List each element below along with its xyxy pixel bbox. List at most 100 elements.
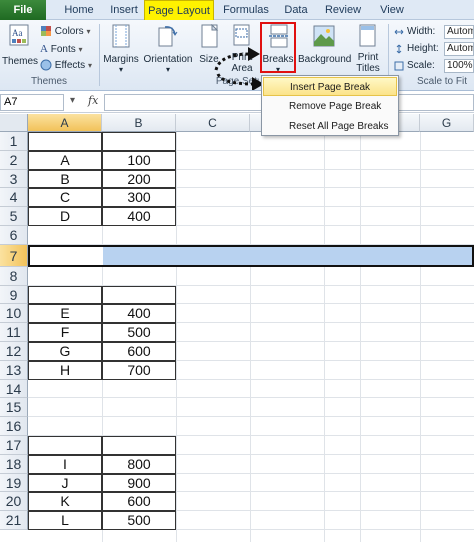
breaks-dropdown-menu: Insert Page Break Remove Page Break Rese… <box>261 75 399 136</box>
table-cell[interactable]: 600 <box>102 342 176 361</box>
row-header-11[interactable]: 11 <box>0 323 28 342</box>
svg-text:Aa: Aa <box>12 28 23 38</box>
themes-label: Themes <box>1 56 39 67</box>
tab-formulas[interactable]: Formulas <box>220 0 272 20</box>
row-header-2[interactable]: 2 <box>0 150 28 170</box>
table-cell[interactable]: G <box>28 342 102 361</box>
margins-icon <box>112 24 130 48</box>
row-header-19[interactable]: 19 <box>0 473 28 493</box>
row-header-1[interactable]: 1 <box>0 132 28 151</box>
print-titles-icon <box>359 24 376 47</box>
table-cell[interactable]: 400 <box>102 207 176 226</box>
orientation-button[interactable]: Orientation ▾ <box>142 24 194 74</box>
row-header-17[interactable]: 17 <box>0 436 28 455</box>
scale-field[interactable]: 100% <box>444 59 474 73</box>
row-header-5[interactable]: 5 <box>0 207 28 226</box>
table-cell[interactable]: C <box>28 188 102 208</box>
chevron-down-icon: ▾ <box>87 61 92 70</box>
orientation-icon <box>158 26 178 47</box>
table-cell[interactable]: A <box>28 150 102 170</box>
table-cell[interactable]: 500 <box>102 323 176 342</box>
width-field[interactable]: Autom <box>444 25 474 39</box>
column-header-b[interactable]: B <box>102 114 176 132</box>
gridline <box>176 132 177 542</box>
effects-button[interactable]: Effects ▾ <box>40 58 92 74</box>
colors-button[interactable]: Colors ▾ <box>40 24 90 40</box>
select-all-corner[interactable] <box>0 114 28 132</box>
tab-page-layout[interactable]: Page Layout <box>144 0 214 21</box>
name-box-dropdown-icon[interactable]: ▾ <box>70 95 75 106</box>
row-header-21[interactable]: 21 <box>0 511 28 530</box>
table-cell[interactable]: 800 <box>102 454 176 474</box>
print-titles-label: Print Titles <box>356 52 380 74</box>
table-cell[interactable]: 700 <box>102 360 176 380</box>
row-header-6[interactable]: 6 <box>0 226 28 245</box>
row-header-4[interactable]: 4 <box>0 188 28 208</box>
row-header-7[interactable]: 7 <box>0 244 28 267</box>
row-header-3[interactable]: 3 <box>0 169 28 189</box>
fx-icon[interactable]: fx <box>88 94 98 107</box>
column-header-g[interactable]: G <box>420 114 474 132</box>
chevron-down-icon: ▾ <box>165 65 170 74</box>
row-header-14[interactable]: 14 <box>0 379 28 399</box>
row-header-9[interactable]: 9 <box>0 285 28 305</box>
fonts-icon: A <box>40 43 48 55</box>
row-header-8[interactable]: 8 <box>0 266 28 286</box>
row-header-10[interactable]: 10 <box>0 304 28 324</box>
ribbon-tab-strip: File Home Insert Page Layout Formulas Da… <box>0 0 474 21</box>
table-cell[interactable]: 900 <box>102 473 176 493</box>
height-field[interactable]: Autom <box>444 42 474 56</box>
excel-window: File Home Insert Page Layout Formulas Da… <box>0 0 474 542</box>
fonts-button[interactable]: A Fonts ▾ <box>40 41 83 57</box>
column-header-a[interactable]: A <box>28 114 102 132</box>
table-cell[interactable]: 500 <box>102 511 176 530</box>
height-label: Height: <box>407 43 439 54</box>
table-cell[interactable]: D <box>28 207 102 226</box>
table-cell[interactable]: 300 <box>102 188 176 208</box>
table-cell[interactable]: 600 <box>102 492 176 512</box>
table-header-cell: Price <box>102 285 176 305</box>
table-cell[interactable]: 400 <box>102 304 176 324</box>
chevron-down-icon: ▾ <box>78 45 83 54</box>
table-cell[interactable]: E <box>28 304 102 324</box>
margins-button[interactable]: Margins ▾ <box>102 24 140 74</box>
themes-button[interactable]: Aa Themes <box>2 24 38 68</box>
themes-group-label: Themes <box>30 76 68 87</box>
row-header-16[interactable]: 16 <box>0 417 28 436</box>
selected-row-7[interactable] <box>28 244 474 267</box>
row-header-18[interactable]: 18 <box>0 454 28 474</box>
column-header-c[interactable]: C <box>176 114 250 132</box>
themes-icon: Aa <box>9 24 29 46</box>
menu-item-insert-page-break[interactable]: Insert Page Break <box>263 77 397 96</box>
table-cell[interactable]: B <box>28 169 102 189</box>
table-header-cell: Type <box>28 436 102 455</box>
tab-view[interactable]: View <box>372 0 412 20</box>
menu-item-remove-page-break[interactable]: Remove Page Break <box>263 97 397 116</box>
gridline <box>250 132 251 542</box>
table-cell[interactable]: I <box>28 454 102 474</box>
tab-insert[interactable]: Insert <box>104 0 144 20</box>
background-button[interactable]: Background <box>298 24 352 72</box>
tab-review[interactable]: Review <box>320 0 366 20</box>
row-header-20[interactable]: 20 <box>0 492 28 512</box>
table-cell[interactable]: 100 <box>102 150 176 170</box>
row-header-15[interactable]: 15 <box>0 398 28 418</box>
width-icon <box>394 29 404 35</box>
print-titles-button[interactable]: Print Titles <box>352 24 384 74</box>
tab-data[interactable]: Data <box>278 0 314 20</box>
name-box[interactable]: A7 <box>0 94 64 111</box>
tab-home[interactable]: Home <box>58 0 100 20</box>
table-cell[interactable]: 200 <box>102 169 176 189</box>
row-header-12[interactable]: 12 <box>0 342 28 361</box>
background-label: Background <box>298 54 352 65</box>
table-cell[interactable]: F <box>28 323 102 342</box>
menu-item-reset-all-page-breaks[interactable]: Reset All Page Breaks <box>263 117 397 136</box>
row-header-13[interactable]: 13 <box>0 360 28 380</box>
table-cell[interactable]: K <box>28 492 102 512</box>
table-header-cell: Type <box>28 132 102 151</box>
tab-file[interactable]: File <box>0 0 46 20</box>
table-cell[interactable]: J <box>28 473 102 493</box>
selection-highlight <box>103 246 472 265</box>
table-cell[interactable]: L <box>28 511 102 530</box>
table-cell[interactable]: H <box>28 360 102 380</box>
